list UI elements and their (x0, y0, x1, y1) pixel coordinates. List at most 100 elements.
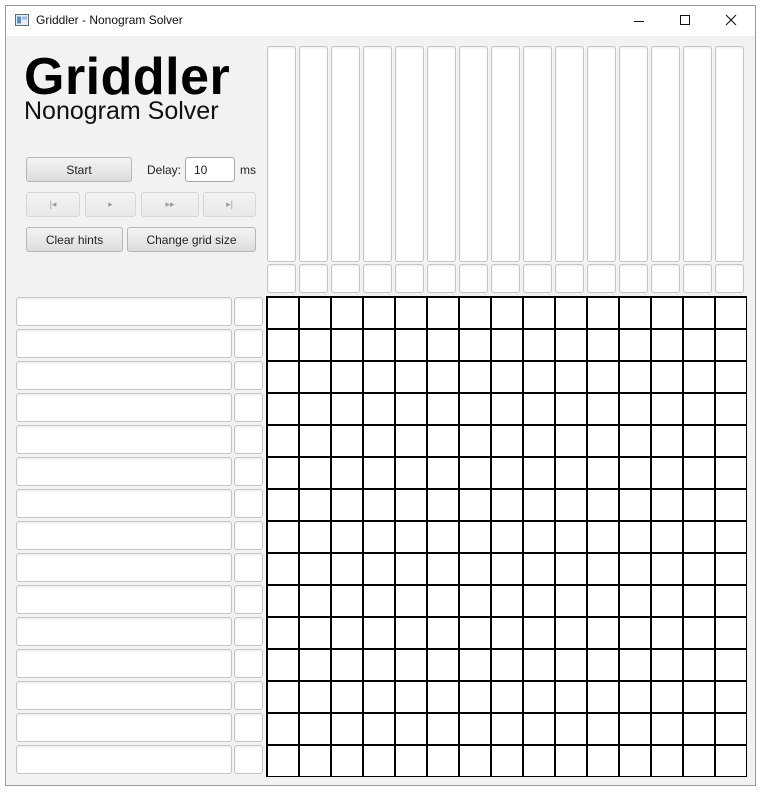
grid-cell[interactable] (298, 552, 330, 584)
grid-cell[interactable] (490, 328, 522, 360)
grid-cell[interactable] (554, 712, 586, 744)
grid-cell[interactable] (618, 328, 650, 360)
row-hint-field[interactable] (16, 745, 232, 774)
column-hint-count[interactable] (299, 264, 328, 293)
grid-cell[interactable] (490, 488, 522, 520)
grid-cell[interactable] (426, 744, 458, 776)
grid-cell[interactable] (266, 424, 298, 456)
grid-cell[interactable] (330, 648, 362, 680)
grid-cell[interactable] (362, 552, 394, 584)
grid-cell[interactable] (586, 296, 618, 328)
grid-cell[interactable] (362, 488, 394, 520)
grid-cell[interactable] (490, 552, 522, 584)
grid-cell[interactable] (298, 744, 330, 776)
grid-cell[interactable] (330, 520, 362, 552)
grid-cell[interactable] (522, 424, 554, 456)
grid-cell[interactable] (394, 616, 426, 648)
grid-cell[interactable] (298, 392, 330, 424)
row-hint-field[interactable] (16, 649, 232, 678)
grid-cell[interactable] (554, 456, 586, 488)
grid-cell[interactable] (522, 360, 554, 392)
grid-cell[interactable] (522, 456, 554, 488)
column-hint-field[interactable] (587, 46, 616, 262)
row-hint-count[interactable] (234, 713, 263, 742)
grid-cell[interactable] (426, 520, 458, 552)
grid-cell[interactable] (554, 680, 586, 712)
row-hint-field[interactable] (16, 329, 232, 358)
row-hint-count[interactable] (234, 329, 263, 358)
grid-cell[interactable] (586, 520, 618, 552)
row-hint-field[interactable] (16, 489, 232, 518)
grid-cell[interactable] (298, 616, 330, 648)
column-hint-count[interactable] (267, 264, 296, 293)
grid-cell[interactable] (362, 616, 394, 648)
grid-cell[interactable] (362, 424, 394, 456)
grid-cell[interactable] (522, 744, 554, 776)
column-hint-count[interactable] (363, 264, 392, 293)
grid-cell[interactable] (618, 616, 650, 648)
grid-cell[interactable] (586, 616, 618, 648)
grid-cell[interactable] (586, 488, 618, 520)
grid-cell[interactable] (394, 712, 426, 744)
row-hint-field[interactable] (16, 521, 232, 550)
grid-cell[interactable] (650, 712, 682, 744)
grid-cell[interactable] (586, 360, 618, 392)
grid-cell[interactable] (650, 360, 682, 392)
grid-cell[interactable] (618, 552, 650, 584)
start-button[interactable]: Start (26, 157, 132, 182)
grid-cell[interactable] (394, 424, 426, 456)
grid-cell[interactable] (362, 680, 394, 712)
row-hint-count[interactable] (234, 521, 263, 550)
grid-cell[interactable] (266, 744, 298, 776)
grid-cell[interactable] (586, 584, 618, 616)
grid-cell[interactable] (330, 296, 362, 328)
row-hint-field[interactable] (16, 617, 232, 646)
grid-cell[interactable] (298, 680, 330, 712)
grid-cell[interactable] (458, 680, 490, 712)
column-hint-count[interactable] (491, 264, 520, 293)
grid-cell[interactable] (266, 584, 298, 616)
grid-cell[interactable] (618, 424, 650, 456)
row-hint-count[interactable] (234, 681, 263, 710)
grid-cell[interactable] (682, 616, 714, 648)
grid-cell[interactable] (490, 680, 522, 712)
grid-cell[interactable] (330, 360, 362, 392)
grid-cell[interactable] (426, 712, 458, 744)
grid-cell[interactable] (490, 712, 522, 744)
grid-cell[interactable] (650, 392, 682, 424)
grid-cell[interactable] (490, 744, 522, 776)
grid-cell[interactable] (714, 360, 746, 392)
grid-cell[interactable] (554, 584, 586, 616)
step-last-button[interactable]: ▸| (203, 192, 256, 217)
grid-cell[interactable] (298, 328, 330, 360)
row-hint-field[interactable] (16, 425, 232, 454)
grid-cell[interactable] (522, 680, 554, 712)
grid-cell[interactable] (426, 360, 458, 392)
column-hint-count[interactable] (587, 264, 616, 293)
grid-cell[interactable] (714, 392, 746, 424)
row-hint-field[interactable] (16, 553, 232, 582)
grid-cell[interactable] (714, 584, 746, 616)
column-hint-count[interactable] (555, 264, 584, 293)
column-hint-count[interactable] (523, 264, 552, 293)
grid-cell[interactable] (682, 392, 714, 424)
grid-cell[interactable] (490, 392, 522, 424)
grid-cell[interactable] (586, 424, 618, 456)
column-hint-field[interactable] (523, 46, 552, 262)
grid-cell[interactable] (586, 552, 618, 584)
grid-cell[interactable] (490, 584, 522, 616)
grid-cell[interactable] (650, 552, 682, 584)
grid-cell[interactable] (618, 488, 650, 520)
grid-cell[interactable] (330, 584, 362, 616)
grid-cell[interactable] (490, 456, 522, 488)
grid-cell[interactable] (586, 680, 618, 712)
grid-cell[interactable] (394, 456, 426, 488)
grid-cell[interactable] (650, 680, 682, 712)
row-hint-count[interactable] (234, 649, 263, 678)
grid-cell[interactable] (266, 488, 298, 520)
grid-cell[interactable] (394, 520, 426, 552)
grid-cell[interactable] (522, 616, 554, 648)
grid-cell[interactable] (714, 744, 746, 776)
row-hint-count[interactable] (234, 425, 263, 454)
grid-cell[interactable] (426, 424, 458, 456)
